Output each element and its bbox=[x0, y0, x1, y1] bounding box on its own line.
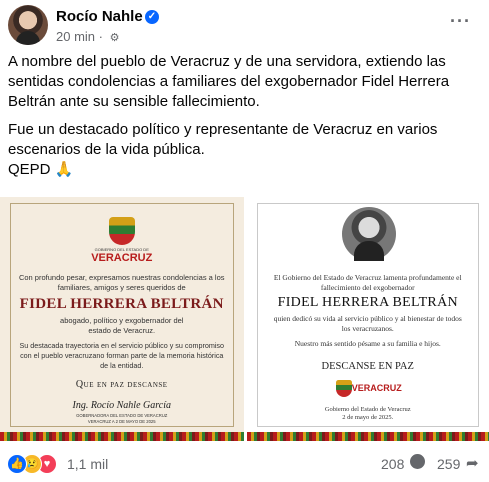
portrait-photo bbox=[341, 207, 396, 261]
like-icon: 👍 bbox=[7, 454, 27, 474]
decorative-band bbox=[0, 432, 244, 441]
more-options-icon[interactable]: ··· bbox=[450, 11, 471, 32]
intro-text: Con profundo pesar, expresamos nuestras … bbox=[18, 273, 225, 292]
reactions-icons[interactable]: 👍 😢 ♥ bbox=[7, 454, 63, 474]
tribute-text: quien dedicó su vida al servicio público… bbox=[273, 314, 462, 333]
meta-separator: · bbox=[98, 29, 103, 44]
author-name[interactable]: Rocío Nahle bbox=[56, 8, 143, 25]
intro-text: El Gobierno del Estado de Veracruz lamen… bbox=[273, 273, 462, 292]
avatar[interactable] bbox=[8, 5, 48, 45]
condolence-image-2[interactable]: El Gobierno del Estado de Veracruz lamen… bbox=[246, 197, 489, 441]
comment-icon[interactable] bbox=[410, 454, 425, 469]
post-paragraph-2: Fue un destacado político y representant… bbox=[8, 120, 484, 180]
post-header: Rocío Nahle ✓ 20 min · ⚙ ··· bbox=[8, 5, 481, 49]
state-label: VERACRUZ bbox=[351, 383, 402, 393]
rip-text: DESCANSE EN PAZ bbox=[321, 361, 414, 372]
post-footer: 👍 😢 ♥ 1,1 mil 208 259 ➦ bbox=[0, 446, 489, 482]
veracruz-shield-icon bbox=[108, 217, 135, 245]
reactions-count[interactable]: 1,1 mil bbox=[67, 456, 108, 472]
tribute-text: Su destacada trayectoria en el servicio … bbox=[19, 341, 225, 370]
deceased-name: FIDEL HERRERA BELTRÁN bbox=[277, 295, 458, 310]
comments-count[interactable]: 208 bbox=[381, 456, 404, 472]
shares-count[interactable]: 259 bbox=[437, 456, 460, 472]
signature: Ing. Rocío Nahle García bbox=[72, 400, 171, 411]
gear-icon[interactable]: ⚙ bbox=[110, 31, 120, 44]
role-text: abogado, político y exgobernador del est… bbox=[60, 316, 184, 335]
verified-badge-icon: ✓ bbox=[145, 10, 159, 24]
condolence-image-1[interactable]: GOBIERNO DEL ESTADO DE VERACRUZ Con prof… bbox=[0, 197, 245, 441]
date-text: 2 de mayo de 2025. bbox=[342, 414, 394, 421]
post-paragraph-2-line-1: Fue un destacado político y representant… bbox=[8, 121, 438, 158]
sign-date: VERACRUZ A 2 DE MAYO DE 2025 bbox=[87, 419, 156, 424]
post-images: GOBIERNO DEL ESTADO DE VERACRUZ Con prof… bbox=[0, 197, 489, 441]
post-time[interactable]: 20 min bbox=[56, 29, 95, 44]
share-icon[interactable]: ➦ bbox=[466, 454, 479, 472]
post-paragraph-2-line-2: QEPD 🙏 bbox=[8, 161, 74, 178]
post-paragraph-1: A nombre del pueblo de Veracruz y de una… bbox=[8, 53, 450, 110]
gov-sign: Gobierno del Estado de Veracruz bbox=[324, 406, 411, 413]
deceased-name: FIDEL HERRERA BELTRÁN bbox=[19, 296, 224, 312]
sign-title: GOBERNADORA DEL ESTADO DE VERACRUZ bbox=[76, 413, 168, 418]
state-label: VERACRUZ bbox=[91, 252, 153, 264]
rip-text: Que en paz descanse bbox=[75, 379, 168, 390]
post-meta: 20 min · ⚙ bbox=[56, 29, 120, 44]
condolence-text: Nuestro más sentido pésame a su familia … bbox=[294, 339, 441, 348]
decorative-band bbox=[246, 432, 489, 441]
